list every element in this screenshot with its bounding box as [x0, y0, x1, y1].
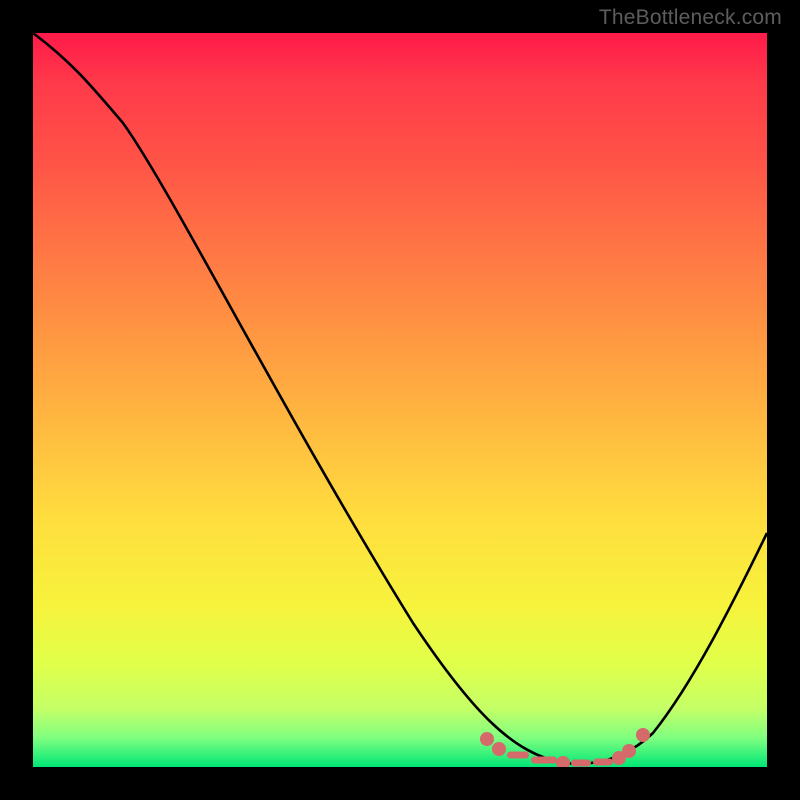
marker-dot: [622, 744, 636, 758]
marker-dash: [571, 760, 591, 767]
marker-dash: [593, 759, 613, 766]
marker-dot: [492, 742, 506, 756]
marker-dot: [480, 732, 494, 746]
plot-area: [33, 33, 767, 767]
marker-dot: [556, 756, 570, 767]
attribution-text: TheBottleneck.com: [599, 6, 782, 30]
optimal-markers: [33, 33, 767, 767]
marker-dash: [531, 757, 557, 764]
marker-dot: [636, 728, 650, 742]
marker-dash: [507, 752, 529, 759]
